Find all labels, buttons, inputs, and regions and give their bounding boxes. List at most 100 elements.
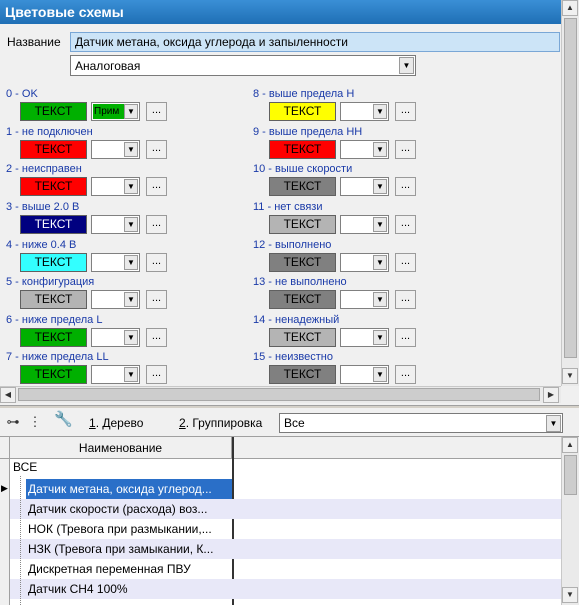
- table-row[interactable]: Дискретная переменная ПВУ: [10, 559, 561, 579]
- ellipsis-button[interactable]: ...: [395, 290, 416, 309]
- chevron-down-icon[interactable]: ▼: [124, 255, 138, 270]
- scroll-left-button[interactable]: ◀: [0, 387, 16, 403]
- grid-vertical-scrollbar[interactable]: ▲ ▼: [561, 437, 579, 605]
- chevron-down-icon[interactable]: ▼: [124, 217, 138, 232]
- style-combo-value: [93, 217, 125, 232]
- chevron-down-icon[interactable]: ▼: [124, 142, 138, 157]
- color-swatch[interactable]: ТЕКСТ: [269, 253, 336, 272]
- chevron-down-icon[interactable]: ▼: [124, 104, 138, 119]
- color-swatch[interactable]: ТЕКСТ: [269, 140, 336, 159]
- color-swatch[interactable]: ТЕКСТ: [20, 253, 87, 272]
- style-combo-value: [342, 179, 374, 194]
- chevron-down-icon[interactable]: ▼: [373, 179, 387, 194]
- style-combo[interactable]: ▼: [91, 140, 140, 159]
- color-swatch[interactable]: ТЕКСТ: [269, 328, 336, 347]
- wrench-icon[interactable]: 🔧: [54, 412, 73, 428]
- ellipsis-button[interactable]: ...: [395, 140, 416, 159]
- chevron-down-icon[interactable]: ▼: [373, 330, 387, 345]
- ellipsis-button[interactable]: ...: [395, 177, 416, 196]
- style-combo[interactable]: ▼: [91, 365, 140, 384]
- ellipsis-button[interactable]: ...: [146, 140, 167, 159]
- color-swatch[interactable]: ТЕКСТ: [269, 102, 336, 121]
- ellipsis-button[interactable]: ...: [146, 253, 167, 272]
- style-combo[interactable]: ▼: [91, 290, 140, 309]
- style-combo[interactable]: ▼: [340, 290, 389, 309]
- color-swatch[interactable]: ТЕКСТ: [269, 290, 336, 309]
- ellipsis-button[interactable]: ...: [146, 102, 167, 121]
- color-swatch[interactable]: ТЕКСТ: [20, 215, 87, 234]
- ellipsis-button[interactable]: ...: [395, 215, 416, 234]
- table-row[interactable]: Датчик СН4 100%: [10, 579, 561, 599]
- style-combo[interactable]: ▼: [91, 177, 140, 196]
- chevron-down-icon[interactable]: ▼: [373, 292, 387, 307]
- ellipsis-button[interactable]: ...: [395, 365, 416, 384]
- ellipsis-button[interactable]: ...: [146, 328, 167, 347]
- chevron-down-icon[interactable]: ▼: [546, 415, 561, 432]
- color-swatch[interactable]: ТЕКСТ: [20, 177, 87, 196]
- scroll-thumb[interactable]: [18, 388, 540, 401]
- table-row[interactable]: Датчик скорости (расхода) воз...: [10, 499, 561, 519]
- color-swatch[interactable]: ТЕКСТ: [20, 365, 87, 384]
- style-combo[interactable]: ▼: [340, 177, 389, 196]
- color-swatch[interactable]: ТЕКСТ: [269, 177, 336, 196]
- grouping-select[interactable]: Все ▼: [279, 413, 563, 433]
- ellipsis-button[interactable]: ...: [395, 328, 416, 347]
- ellipsis-button[interactable]: ...: [395, 253, 416, 272]
- style-combo[interactable]: ▼: [340, 328, 389, 347]
- table-row[interactable]: НОК (Тревога при размыкании,...: [10, 519, 561, 539]
- grouping-button[interactable]: 2. Группировка: [179, 416, 262, 430]
- style-combo[interactable]: ▼: [340, 215, 389, 234]
- scheme-type-select[interactable]: Аналоговая ▼: [70, 55, 416, 76]
- grouping-select-value: Все: [284, 416, 305, 430]
- style-combo[interactable]: ▼: [91, 328, 140, 347]
- color-swatch[interactable]: ТЕКСТ: [20, 140, 87, 159]
- color-swatch[interactable]: ТЕКСТ: [20, 328, 87, 347]
- ellipsis-button[interactable]: ...: [146, 215, 167, 234]
- state-label: 8 - выше предела H: [253, 88, 355, 100]
- style-combo[interactable]: ▼: [91, 253, 140, 272]
- chevron-down-icon[interactable]: ▼: [124, 179, 138, 194]
- style-combo[interactable]: ▼: [91, 215, 140, 234]
- ellipsis-button[interactable]: ...: [146, 177, 167, 196]
- scroll-up-button[interactable]: ▲: [562, 0, 578, 16]
- chevron-down-icon[interactable]: ▼: [124, 367, 138, 382]
- scroll-down-button[interactable]: ▼: [562, 587, 578, 603]
- chevron-down-icon[interactable]: ▼: [373, 255, 387, 270]
- chevron-down-icon[interactable]: ▼: [124, 330, 138, 345]
- scroll-right-button[interactable]: ▶: [543, 387, 559, 403]
- color-swatch[interactable]: ТЕКСТ: [269, 365, 336, 384]
- tree-collapse-icon[interactable]: ⋮: [26, 414, 44, 430]
- style-combo[interactable]: ▼: [340, 102, 389, 121]
- style-combo[interactable]: ▼: [340, 140, 389, 159]
- scroll-thumb[interactable]: [564, 18, 577, 358]
- table-row[interactable]: НЗК (Тревога при замыкании, К...: [10, 539, 561, 559]
- tree-root[interactable]: ВСЕ: [13, 460, 37, 474]
- style-combo[interactable]: ▼: [340, 365, 389, 384]
- name-field[interactable]: Датчик метана, оксида углерода и запылен…: [70, 32, 560, 52]
- color-swatch[interactable]: ТЕКСТ: [269, 215, 336, 234]
- ellipsis-button[interactable]: ...: [146, 365, 167, 384]
- chevron-down-icon[interactable]: ▼: [399, 57, 414, 74]
- scroll-down-button[interactable]: ▼: [562, 368, 578, 384]
- column-header-name[interactable]: Наименование: [10, 437, 232, 459]
- tree-button[interactable]: 1. Дерево: [89, 416, 143, 430]
- row-name-cell: Датчик скорости (расхода) воз...: [28, 502, 208, 516]
- state-label: 13 - не выполнено: [253, 276, 347, 288]
- color-swatch[interactable]: ТЕКСТ: [20, 290, 87, 309]
- table-row[interactable]: Датчик метана, оксида углерод...: [10, 479, 561, 499]
- scroll-thumb[interactable]: [564, 455, 577, 495]
- chevron-down-icon[interactable]: ▼: [373, 217, 387, 232]
- chevron-down-icon[interactable]: ▼: [373, 104, 387, 119]
- chevron-down-icon[interactable]: ▼: [373, 142, 387, 157]
- style-combo[interactable]: Прим ▼: [91, 102, 140, 121]
- scroll-up-button[interactable]: ▲: [562, 437, 578, 453]
- ellipsis-button[interactable]: ...: [146, 290, 167, 309]
- tree-expand-icon[interactable]: ⊶: [4, 414, 22, 430]
- style-combo[interactable]: ▼: [340, 253, 389, 272]
- chevron-down-icon[interactable]: ▼: [124, 292, 138, 307]
- chevron-down-icon[interactable]: ▼: [373, 367, 387, 382]
- ellipsis-button[interactable]: ...: [395, 102, 416, 121]
- top-horizontal-scrollbar[interactable]: ◀ ▶: [0, 386, 561, 403]
- color-swatch[interactable]: ТЕКСТ: [20, 102, 87, 121]
- top-vertical-scrollbar[interactable]: ▲ ▼: [561, 0, 579, 386]
